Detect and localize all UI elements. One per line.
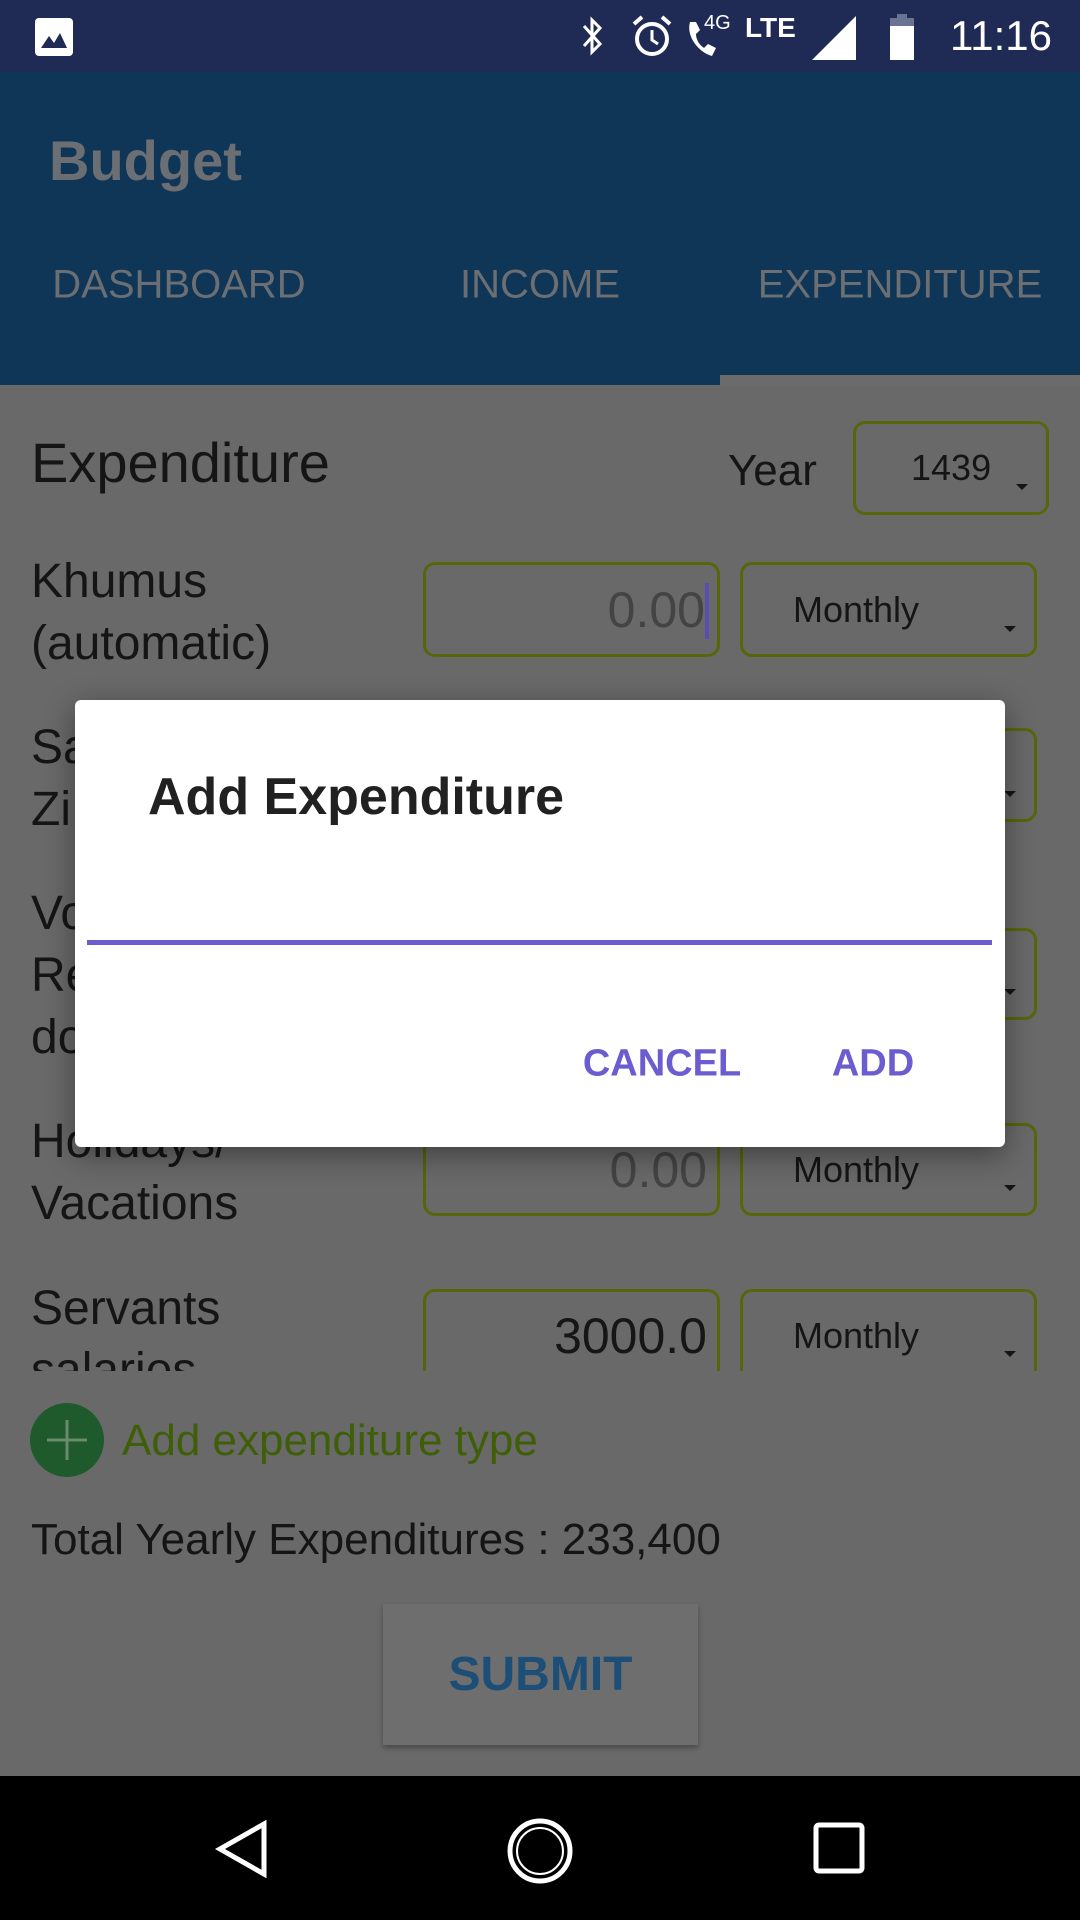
image-icon [35, 18, 73, 56]
amount-input-servants[interactable]: 3000.0 [423, 1289, 720, 1371]
alarm-icon [632, 15, 672, 56]
status-bar: 4G LTE 11:16 [0, 0, 1080, 72]
caret-down-icon [1016, 484, 1028, 490]
year-value: 1439 [911, 447, 992, 488]
expenditure-list-clip[interactable]: Servants salaries 3000.0 Monthly [0, 1270, 1080, 1371]
amount-input-khumus[interactable]: 0.00 [423, 562, 720, 657]
network-type: LTE [745, 12, 796, 43]
add-button[interactable]: ADD [832, 1043, 914, 1086]
caret-down-icon [1004, 989, 1016, 995]
bluetooth-icon [582, 16, 603, 56]
dialog-title: Add Expenditure [148, 768, 565, 826]
year-label: Year [728, 446, 817, 495]
navigation-bar [0, 1776, 1080, 1920]
recents-icon[interactable] [813, 1822, 865, 1874]
caret-down-icon [1004, 791, 1016, 797]
total-yearly-expenditures: Total Yearly Expenditures : 233,400 [31, 1515, 721, 1564]
add-expenditure-type-button[interactable]: Add expenditure type [30, 1402, 630, 1478]
row-label-servants: Servants salaries [31, 1282, 221, 1371]
year-spinner[interactable]: 1439 [853, 421, 1049, 515]
tab-expenditure[interactable]: EXPENDITURE [758, 263, 1043, 308]
battery-icon [890, 14, 914, 60]
submit-button[interactable]: SUBMIT [383, 1604, 698, 1745]
back-icon[interactable] [214, 1820, 270, 1878]
caret-down-icon [1004, 626, 1016, 632]
home-icon[interactable] [505, 1816, 575, 1886]
app-title: Budget [49, 129, 242, 192]
add-circle-icon [30, 1403, 104, 1477]
text-cursor [705, 583, 709, 639]
tab-indicator [720, 375, 1080, 385]
page-title: Expenditure [31, 431, 330, 494]
app-bar: Budget DASHBOARD INCOME EXPENDITURE [0, 72, 1080, 385]
tab-dashboard[interactable]: DASHBOARD [52, 263, 305, 308]
caret-down-icon [1004, 1351, 1016, 1357]
call-badge: 4G [704, 12, 731, 34]
add-expenditure-dialog: Add Expenditure CANCEL ADD [75, 700, 1005, 1147]
period-spinner-servants[interactable]: Monthly [740, 1289, 1037, 1371]
caret-down-icon [1004, 1185, 1016, 1191]
signal-icon [812, 16, 856, 60]
tab-income[interactable]: INCOME [460, 263, 620, 308]
period-spinner-khumus[interactable]: Monthly [740, 562, 1037, 657]
expenditure-name-input[interactable] [87, 875, 992, 945]
clock: 11:16 [950, 12, 1052, 59]
row-label-khumus: Khumus (automatic) [31, 555, 272, 670]
cancel-button[interactable]: CANCEL [583, 1043, 741, 1086]
